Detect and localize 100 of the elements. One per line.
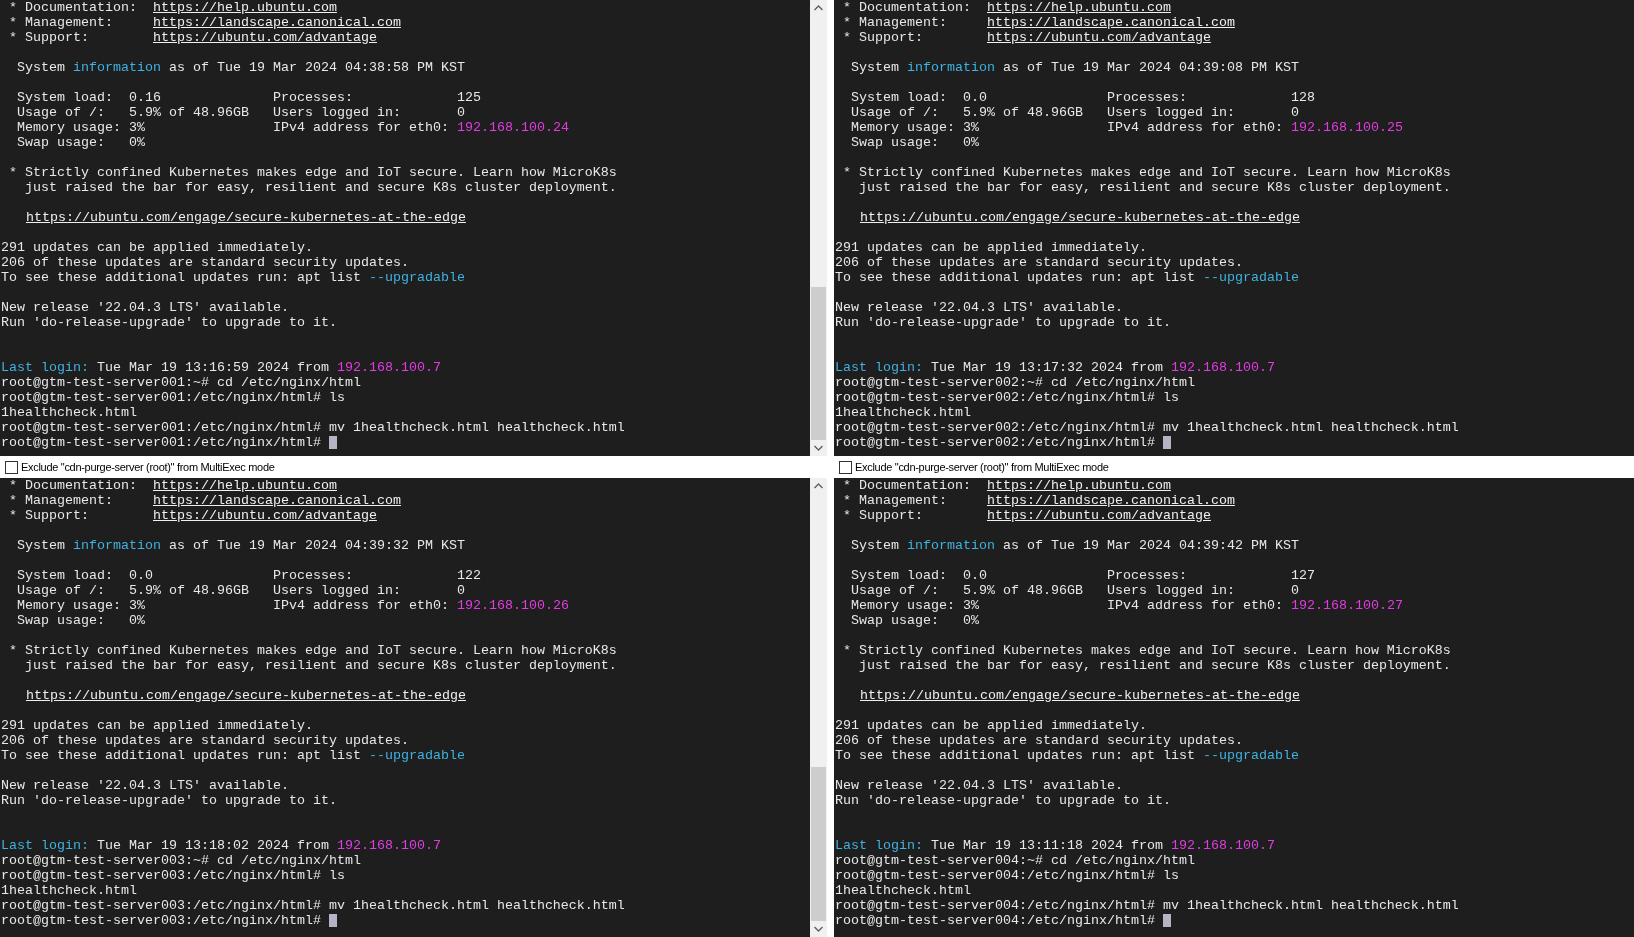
terminal-text: Swap usage: 0% [16, 613, 145, 628]
scrollbar[interactable] [810, 0, 827, 456]
terminal-text: as of Tue 19 Mar 2024 04:39:42 PM KST [1001, 538, 1299, 553]
terminal-text: Last login: [1, 838, 89, 853]
scrollbar[interactable] [810, 478, 827, 937]
terminal-text: root@gtm-test-server003:/etc/nginx/html# [1, 913, 322, 928]
terminal-text: --upgradable [368, 748, 465, 763]
url-link[interactable]: https://ubuntu.com/engage/secure-kubernetes-at-the-edge [860, 210, 1300, 225]
scroll-up-icon[interactable] [814, 483, 823, 489]
url-link[interactable]: https://ubuntu.com/advantage [152, 508, 377, 523]
url-link[interactable]: https://landscape.canonical.com [152, 493, 401, 508]
terminal-text: * Management: [842, 15, 948, 30]
terminal-panel[interactable] [0, 0, 810, 456]
terminal-text: Last login: [835, 360, 923, 375]
terminal-text: root@gtm-test-server002:/etc/nginx/html# [835, 435, 1156, 450]
terminal-text: root@gtm-test-server001:~# cd /etc/nginx/html [1, 375, 361, 390]
terminal-text: Tue Mar 19 13:16:59 2024 from [95, 360, 330, 375]
terminal-text: * Strictly confined Kubernetes makes edge and IoT secure. Learn how MicroK8s [8, 165, 617, 180]
terminal-text: * Support: [8, 508, 90, 523]
url-link[interactable]: https://ubuntu.com/advantage [152, 30, 377, 45]
terminal-text: Tue Mar 19 13:18:02 2024 from [95, 838, 330, 853]
terminal-text: System [850, 538, 900, 553]
terminal-text: 192.168.100.26 [456, 598, 569, 613]
terminal-panel[interactable] [834, 0, 1634, 456]
terminal-text: Run 'do-release-upgrade' to upgrade to it. [1, 315, 337, 330]
url-link[interactable]: https://help.ubuntu.com [152, 0, 337, 15]
terminal-text: Run 'do-release-upgrade' to upgrade to it. [835, 793, 1171, 808]
terminal-text: Last login: [835, 838, 923, 853]
terminal-text: 206 of these updates are standard security updates. [1, 255, 409, 270]
terminal-text: Memory usage: 3% IPv4 address for eth0: [16, 120, 450, 135]
terminal-text: just raised the bar for easy, resilient and secure K8s cluster deployment. [858, 658, 1451, 673]
terminal-text: Run 'do-release-upgrade' to upgrade to it. [1, 793, 337, 808]
terminal-text: root@gtm-test-server002:/etc/nginx/html# ls [835, 390, 1179, 405]
terminal-text: --upgradable [1202, 270, 1299, 285]
terminal-text: New release '22.04.3 LTS' available. [1, 778, 289, 793]
terminal-text: as of Tue 19 Mar 2024 04:39:08 PM KST [1001, 60, 1299, 75]
terminal-text: Usage of /: 5.9% of 48.96GB Users logged in: 0 [850, 583, 1299, 598]
terminal-text: root@gtm-test-server003:~# cd /etc/nginx/html [1, 853, 361, 868]
url-link[interactable]: https://landscape.canonical.com [986, 15, 1235, 30]
terminal-text: just raised the bar for easy, resilient and secure K8s cluster deployment. [24, 180, 617, 195]
terminal-text: 192.168.100.7 [1170, 360, 1275, 375]
terminal-text: System load: 0.0 Processes: 128 [850, 90, 1315, 105]
terminal-text: information [73, 538, 161, 553]
terminal-text: * Support: [8, 30, 90, 45]
url-link[interactable]: https://help.ubuntu.com [986, 0, 1171, 15]
terminal-text: 192.168.100.7 [336, 360, 441, 375]
terminal-text: Run 'do-release-upgrade' to upgrade to it. [835, 315, 1171, 330]
terminal-text: 291 updates can be applied immediately. [835, 718, 1147, 733]
terminal-text: * Documentation: [842, 0, 972, 15]
scroll-down-icon[interactable] [814, 926, 823, 932]
terminal-panel[interactable] [0, 478, 810, 937]
terminal-text: root@gtm-test-server004:~# cd /etc/nginx/html [835, 853, 1195, 868]
scroll-down-icon[interactable] [814, 445, 823, 451]
url-link[interactable]: https://ubuntu.com/engage/secure-kubernetes-at-the-edge [26, 210, 466, 225]
checkbox-label: Exclude "cdn-purge-server (root)" from MultiExec mode [21, 461, 275, 473]
terminal-text: 192.168.100.25 [1290, 120, 1403, 135]
checkbox-label: Exclude "cdn-purge-server (root)" from MultiExec mode [855, 461, 1109, 473]
terminal-text: 291 updates can be applied immediately. [835, 240, 1147, 255]
terminal-text: root@gtm-test-server003:/etc/nginx/html# ls [1, 868, 345, 883]
url-link[interactable]: https://help.ubuntu.com [986, 478, 1171, 493]
url-link[interactable]: https://ubuntu.com/engage/secure-kubernetes-at-the-edge [26, 688, 466, 703]
terminal-text: To see these additional updates run: apt list [1, 270, 362, 285]
url-link[interactable]: https://landscape.canonical.com [152, 15, 401, 30]
url-link[interactable]: https://help.ubuntu.com [152, 478, 337, 493]
terminal-text: Memory usage: 3% IPv4 address for eth0: [16, 598, 450, 613]
url-link[interactable]: https://ubuntu.com/advantage [986, 508, 1211, 523]
terminal-text: * Management: [8, 15, 114, 30]
terminal-text: just raised the bar for easy, resilient and secure K8s cluster deployment. [24, 658, 617, 673]
terminal-text: information [73, 60, 161, 75]
terminal-text: New release '22.04.3 LTS' available. [1, 300, 289, 315]
terminal-text: 1healthcheck.html [1, 883, 137, 898]
terminal-text: just raised the bar for easy, resilient and secure K8s cluster deployment. [858, 180, 1451, 195]
terminal-text: * Documentation: [8, 0, 138, 15]
exclude-checkbox[interactable] [5, 460, 18, 474]
terminal-text: * Management: [842, 493, 948, 508]
terminal-text: 206 of these updates are standard security updates. [835, 733, 1243, 748]
terminal-text: root@gtm-test-server004:/etc/nginx/html# mv 1healthcheck.html healthcheck.html [835, 898, 1459, 913]
terminal-text: To see these additional updates run: apt list [835, 270, 1196, 285]
terminal-text: 192.168.100.7 [336, 838, 441, 853]
url-link[interactable]: https://landscape.canonical.com [986, 493, 1235, 508]
terminal-text: Swap usage: 0% [16, 135, 145, 150]
terminal-text: Last login: [1, 360, 89, 375]
terminal-text: root@gtm-test-server004:/etc/nginx/html# ls [835, 868, 1179, 883]
terminal-text: * Strictly confined Kubernetes makes edge and IoT secure. Learn how MicroK8s [8, 643, 617, 658]
terminal-panel[interactable] [834, 478, 1634, 937]
terminal-text: System load: 0.0 Processes: 122 [16, 568, 481, 583]
exclude-checkbox[interactable] [839, 460, 852, 474]
scroll-up-icon[interactable] [814, 5, 823, 11]
terminal-text: Tue Mar 19 13:17:32 2024 from [929, 360, 1164, 375]
terminal-text: information [907, 60, 995, 75]
terminal-text: System [16, 60, 66, 75]
url-link[interactable]: https://ubuntu.com/advantage [986, 30, 1211, 45]
terminal-text: root@gtm-test-server002:/etc/nginx/html# mv 1healthcheck.html healthcheck.html [835, 420, 1459, 435]
terminal-text: root@gtm-test-server004:/etc/nginx/html# [835, 913, 1156, 928]
url-link[interactable]: https://ubuntu.com/engage/secure-kubernetes-at-the-edge [860, 688, 1300, 703]
terminal-text: as of Tue 19 Mar 2024 04:38:58 PM KST [167, 60, 465, 75]
terminal-text: New release '22.04.3 LTS' available. [835, 778, 1123, 793]
terminal-text: * Strictly confined Kubernetes makes edge and IoT secure. Learn how MicroK8s [842, 165, 1451, 180]
terminal-text: Usage of /: 5.9% of 48.96GB Users logged in: 0 [850, 105, 1299, 120]
terminal-text: root@gtm-test-server001:/etc/nginx/html# mv 1healthcheck.html healthcheck.html [1, 420, 625, 435]
